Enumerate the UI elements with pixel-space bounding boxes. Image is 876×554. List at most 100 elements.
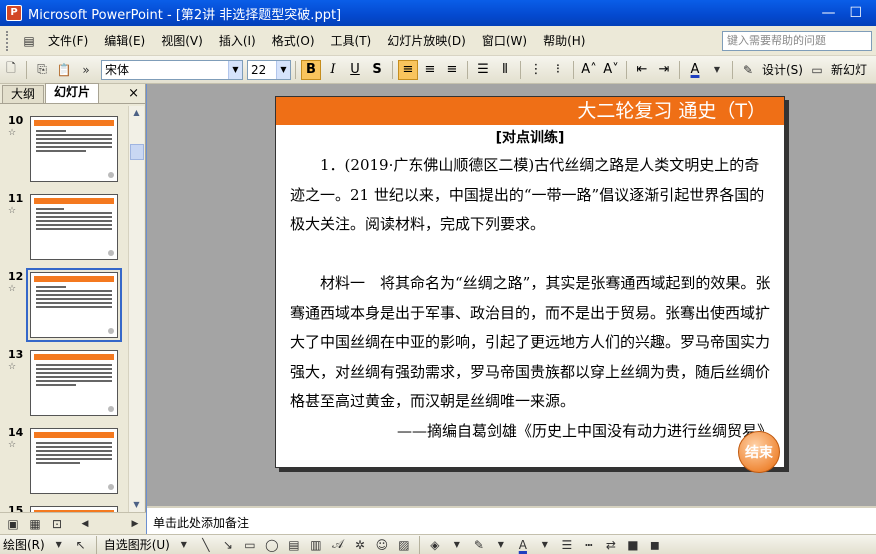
slide-body[interactable]: 1．(2019·广东佛山顺德区二模)古代丝绸之路是人类文明史上的奇迹之一。21 …: [290, 151, 772, 446]
slide-thumb-14[interactable]: 14 ☆: [0, 426, 128, 498]
line-style-icon[interactable]: ☰: [559, 537, 575, 553]
formatting-toolbar: 🗋 ⎘ 📋 » 宋体 ▼ 22 ▼ B I U S ≡ ≡ ≡ ☰ ⦀ ⋮ ⁝ …: [0, 56, 876, 84]
chevron-down-icon[interactable]: ▼: [276, 60, 290, 79]
new-doc-icon[interactable]: 🗋: [2, 61, 20, 79]
slides-panel: 大纲 幻灯片 × 10 ☆ 11 ☆ 12 ☆ 13 ☆ 14 ☆ 15 ▲ ▼: [0, 83, 146, 512]
chevron-down-icon[interactable]: ▼: [493, 537, 509, 553]
copy-icon[interactable]: ⎘: [33, 61, 51, 79]
notes-placeholder: 单击此处添加备注: [153, 516, 250, 530]
font-size-select[interactable]: 22 ▼: [247, 59, 291, 80]
chevron-down-icon[interactable]: ▼: [51, 537, 67, 553]
chevron-down-icon[interactable]: ▼: [449, 537, 465, 553]
menu-format[interactable]: 格式(O): [264, 30, 323, 52]
chevron-down-icon[interactable]: ▼: [537, 537, 553, 553]
menu-tools[interactable]: 工具(T): [323, 30, 380, 52]
source-citation: ——摘编自葛剑雄《历史上中国没有动力进行丝绸贸易》: [396, 421, 772, 440]
align-left-icon[interactable]: ≡: [398, 59, 418, 80]
menu-file[interactable]: 文件(F): [40, 30, 96, 52]
paste-icon[interactable]: 📋: [55, 61, 73, 79]
3d-style-icon[interactable]: ◼: [647, 537, 663, 553]
menu-window[interactable]: 窗口(W): [474, 30, 535, 52]
font-color-icon[interactable]: A: [515, 537, 531, 553]
menu-edit[interactable]: 编辑(E): [96, 30, 153, 52]
bullets-icon[interactable]: ⁝: [548, 60, 568, 80]
vertical-textbox-icon[interactable]: ▥: [308, 537, 324, 553]
end-button[interactable]: 结束: [738, 431, 780, 473]
slide-thumb-12[interactable]: 12 ☆: [0, 268, 128, 342]
menu-help[interactable]: 帮助(H): [535, 30, 593, 52]
slide-thumb-15[interactable]: 15: [0, 504, 128, 512]
slide-workspace: 大二轮复习 通史（T） [对点训练] 1．(2019·广东佛山顺德区二模)古代丝…: [147, 84, 876, 506]
design-icon: ✎: [742, 62, 754, 77]
arrow-icon[interactable]: ↘: [220, 537, 236, 553]
arrow-style-icon[interactable]: ⇄: [603, 537, 619, 553]
underline-button[interactable]: U: [345, 60, 365, 80]
slide-thumb-13[interactable]: 13 ☆: [0, 348, 128, 420]
decrease-indent-icon[interactable]: ⇤: [632, 60, 652, 80]
rectangle-icon[interactable]: ▭: [242, 537, 258, 553]
doc-menu-icon[interactable]: ▤: [20, 32, 38, 50]
slide-subheading: [对点训练]: [495, 130, 565, 146]
grow-font-icon[interactable]: A˄: [579, 60, 599, 80]
bold-button[interactable]: B: [301, 59, 321, 80]
slideshow-view-icon[interactable]: ⊡: [48, 515, 66, 533]
shadow-button[interactable]: S: [367, 60, 387, 80]
help-search-input[interactable]: 键入需要帮助的问题: [722, 30, 872, 51]
font-color-icon[interactable]: A: [685, 60, 705, 80]
transition-star-icon: ☆: [8, 206, 17, 216]
powerpoint-icon[interactable]: P: [6, 5, 22, 21]
slide-thumb-11[interactable]: 11 ☆: [0, 192, 128, 264]
line-spacing-icon[interactable]: ☰: [473, 60, 493, 80]
normal-view-icon[interactable]: ▣: [4, 515, 22, 533]
menu-slideshow[interactable]: 幻灯片放映(D): [379, 30, 474, 52]
current-slide[interactable]: 大二轮复习 通史（T） [对点训练] 1．(2019·广东佛山顺德区二模)古代丝…: [275, 96, 785, 473]
minimize-icon[interactable]: —: [821, 5, 835, 21]
scroll-right-icon[interactable]: ▶: [126, 515, 144, 533]
picture-icon[interactable]: ▨: [396, 537, 412, 553]
columns-icon[interactable]: ⦀: [495, 60, 515, 80]
draw-menu-button[interactable]: 绘图(R): [3, 536, 45, 553]
menu-view[interactable]: 视图(V): [153, 30, 211, 52]
scroll-left-icon[interactable]: ◀: [76, 515, 94, 533]
notes-pane[interactable]: 单击此处添加备注: [147, 506, 876, 534]
clipart-icon[interactable]: ☺: [374, 537, 390, 553]
thumbnail-scrollbar[interactable]: ▲ ▼: [128, 106, 144, 512]
tab-outline[interactable]: 大纲: [2, 85, 45, 103]
maximize-icon[interactable]: ☐: [849, 5, 862, 21]
oval-icon[interactable]: ◯: [264, 537, 280, 553]
chevron-down-icon[interactable]: ▼: [176, 537, 192, 553]
title-bar: P Microsoft PowerPoint - [第2讲 非选择题型突破.pp…: [0, 0, 876, 26]
scroll-down-icon[interactable]: ▼: [129, 498, 144, 512]
chevron-down-icon[interactable]: ▼: [708, 61, 726, 79]
select-cursor-icon[interactable]: ↖: [73, 537, 89, 553]
slide-thumb-10[interactable]: 10 ☆: [0, 114, 128, 186]
align-center-icon[interactable]: ≡: [420, 60, 440, 80]
new-slide-button[interactable]: 新幻灯: [831, 61, 867, 78]
design-button[interactable]: 设计(S): [762, 61, 803, 78]
tab-slides[interactable]: 幻灯片: [45, 83, 100, 103]
scroll-thumb[interactable]: [130, 144, 144, 160]
menu-grip-icon[interactable]: [6, 30, 12, 51]
shadow-style-icon[interactable]: ■: [625, 537, 641, 553]
close-icon[interactable]: ×: [128, 85, 139, 103]
line-icon[interactable]: ╲: [198, 537, 214, 553]
font-name-select[interactable]: 宋体 ▼: [101, 59, 243, 80]
italic-button[interactable]: I: [323, 60, 343, 80]
autoshapes-button[interactable]: 自选图形(U): [104, 536, 170, 553]
dash-style-icon[interactable]: ┅: [581, 537, 597, 553]
fill-color-icon[interactable]: ◈: [427, 537, 443, 553]
line-color-icon[interactable]: ✎: [471, 537, 487, 553]
chevron-down-icon[interactable]: ▼: [228, 60, 242, 79]
wordart-icon[interactable]: 𝒜: [330, 537, 346, 553]
toolbar-options-icon[interactable]: »: [77, 61, 95, 79]
increase-indent-icon[interactable]: ⇥: [654, 60, 674, 80]
shrink-font-icon[interactable]: A˅: [601, 60, 621, 80]
align-right-icon[interactable]: ≡: [442, 60, 462, 80]
sorter-view-icon[interactable]: ▦: [26, 515, 44, 533]
numbering-icon[interactable]: ⋮: [526, 60, 546, 80]
scroll-up-icon[interactable]: ▲: [129, 106, 144, 120]
diagram-icon[interactable]: ✲: [352, 537, 368, 553]
textbox-icon[interactable]: ▤: [286, 537, 302, 553]
transition-star-icon: ☆: [8, 440, 17, 450]
menu-insert[interactable]: 插入(I): [211, 30, 264, 52]
